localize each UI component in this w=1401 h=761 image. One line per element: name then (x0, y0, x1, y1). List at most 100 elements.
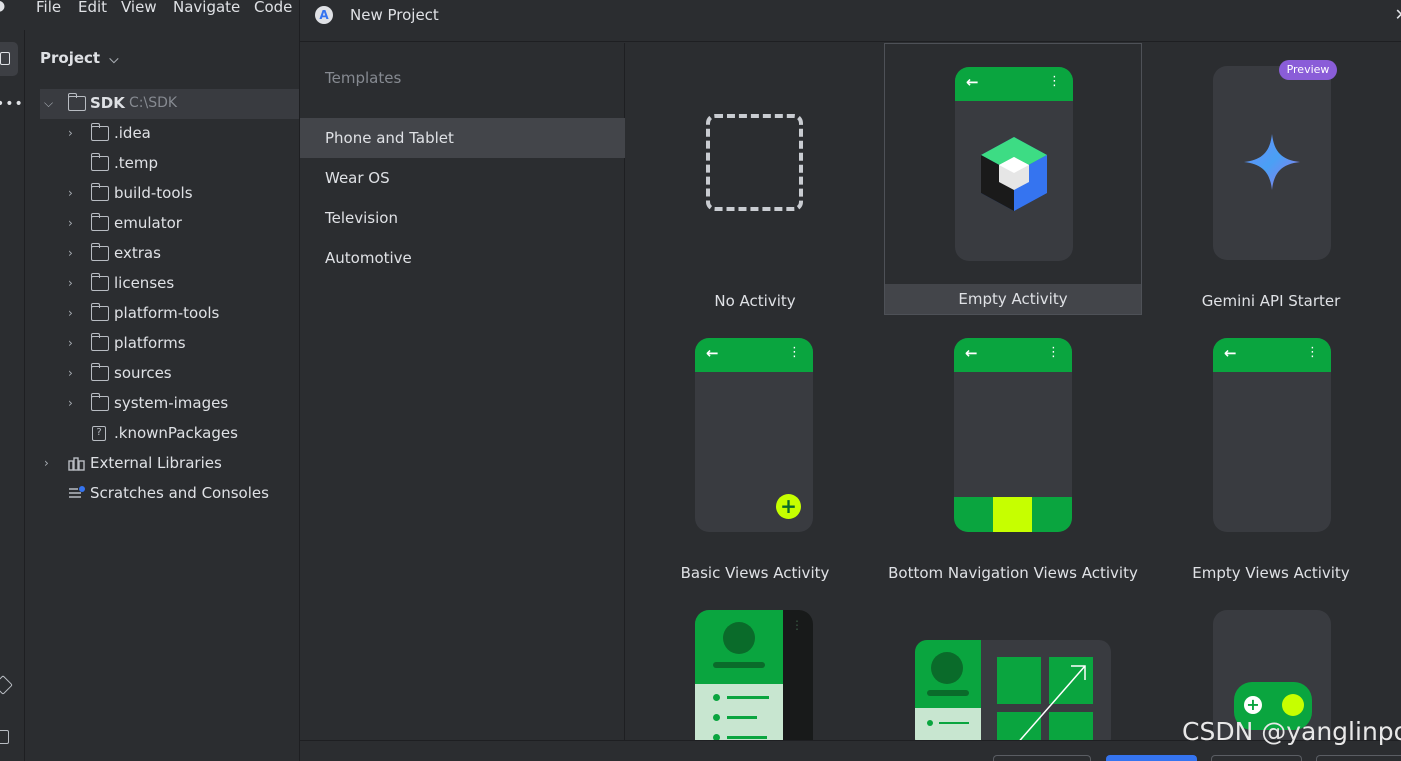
template-responsive-views-preview[interactable] (884, 587, 1142, 740)
template-no-activity[interactable]: No Activity (626, 43, 884, 315)
drawer-header (695, 610, 783, 684)
phone-preview: ← ⋮ (1213, 338, 1331, 532)
category-automotive[interactable]: Automotive (300, 238, 625, 278)
scratches-icon (68, 486, 86, 501)
folder-icon (90, 153, 109, 171)
bottom-nav-bar (954, 497, 1072, 532)
tree-root-sdk[interactable]: ⌵ SDK C:\SDK (40, 89, 300, 119)
dialog-title: New Project (350, 6, 439, 24)
chevron-right-icon[interactable]: › (68, 246, 80, 260)
tablet-preview (915, 640, 1111, 740)
drawer-list (695, 684, 783, 740)
arrow-left-icon: ← (706, 344, 719, 362)
folder-icon (90, 273, 109, 291)
chevron-right-icon[interactable]: › (68, 126, 80, 140)
template-caption: Bottom Navigation Views Activity (888, 564, 1138, 582)
tool-window-strip: ••• (0, 30, 25, 761)
tree-item-sources[interactable]: › sources (40, 359, 300, 389)
cancel-button[interactable] (1211, 755, 1302, 761)
category-phone-and-tablet[interactable]: Phone and Tablet (300, 118, 625, 158)
tree-item-idea[interactable]: › .idea (40, 119, 300, 149)
category-label: Automotive (325, 249, 412, 267)
menu-navigate[interactable]: Navigate (173, 0, 240, 16)
tree-item-platform-tools[interactable]: › platform-tools (40, 299, 300, 329)
project-tool-icon[interactable] (0, 42, 18, 76)
project-panel: Project ⌵ ⌵ SDK C:\SDK › .idea .temp › b… (25, 30, 300, 761)
tree-item-extras[interactable]: › extras (40, 239, 300, 269)
watermark-text: CSDN @yanglinpo (1182, 717, 1401, 746)
tree-item-label: extras (114, 244, 161, 262)
arrow-left-icon: ← (1224, 344, 1237, 362)
project-panel-title[interactable]: Project ⌵ (40, 49, 118, 67)
app-logo-icon[interactable]: ● (0, 0, 5, 14)
templates-heading: Templates (325, 69, 402, 87)
chevron-down-icon[interactable]: ⌵ (44, 96, 56, 110)
menu-view[interactable]: View (121, 0, 157, 16)
folder-icon (90, 213, 109, 231)
tree-item-label: system-images (114, 394, 229, 412)
phone-preview: ← ⋮ (954, 338, 1072, 532)
previous-button[interactable] (993, 755, 1091, 761)
menu-file[interactable]: File (36, 0, 61, 16)
more-tools-icon[interactable]: ••• (0, 96, 24, 112)
more-vert-icon: ⋮ (788, 345, 801, 360)
chevron-right-icon[interactable]: › (68, 336, 80, 350)
category-television[interactable]: Television (300, 198, 625, 238)
finish-button[interactable] (1316, 755, 1401, 761)
category-wear-os[interactable]: Wear OS (300, 158, 625, 198)
folder-icon (90, 183, 109, 201)
tree-item-external-libraries[interactable]: › External Libraries (40, 449, 300, 479)
menu-code[interactable]: Code (254, 0, 292, 16)
gradle-icon[interactable] (0, 675, 13, 695)
template-caption: Empty Activity (885, 284, 1141, 314)
template-basic-views-activity[interactable]: ← ⋮ + Basic Views Activity (626, 315, 884, 587)
tree-item-licenses[interactable]: › licenses (40, 269, 300, 299)
chevron-right-icon[interactable]: › (68, 216, 80, 230)
tree-item-platforms[interactable]: › platforms (40, 329, 300, 359)
chevron-right-icon[interactable]: › (68, 186, 80, 200)
more-vert-icon: ⋮ (1048, 74, 1061, 89)
chevron-right-icon[interactable]: › (44, 456, 56, 470)
dialog-title-bar[interactable]: A New Project ✕ (300, 0, 1401, 42)
tree-item-system-images[interactable]: › system-images (40, 389, 300, 419)
chevron-right-icon[interactable]: › (68, 306, 80, 320)
template-caption: Gemini API Starter (1201, 292, 1341, 310)
avatar (723, 622, 755, 654)
tree-item-scratches[interactable]: Scratches and Consoles (40, 479, 300, 509)
phone-preview: ← ⋮ + (695, 338, 813, 532)
template-gemini-api-starter[interactable]: Preview Gemini API Starter (1142, 43, 1400, 315)
tree-item-label: External Libraries (90, 454, 222, 472)
next-button[interactable] (1106, 755, 1197, 761)
tree-item-temp[interactable]: .temp (40, 149, 300, 179)
close-icon[interactable]: ✕ (1395, 5, 1401, 24)
template-empty-activity[interactable]: ← ⋮ Empty Activity (884, 43, 1142, 315)
menu-edit[interactable]: Edit (78, 0, 107, 16)
library-icon (68, 456, 86, 471)
template-categories: Templates Phone and Tablet Wear OS Telev… (300, 43, 625, 740)
template-empty-views-activity[interactable]: ← ⋮ Empty Views Activity (1142, 315, 1400, 587)
phone-preview: ⋮ (695, 610, 813, 740)
new-project-dialog: A New Project ✕ Templates Phone and Tabl… (299, 0, 1401, 761)
tree-item-known-packages[interactable]: ? .knownPackages (40, 419, 300, 449)
template-navigation-drawer-preview[interactable]: ⋮ (626, 587, 884, 740)
phone-preview: ← ⋮ (955, 67, 1073, 261)
tree-item-label: .temp (114, 154, 159, 172)
chevron-right-icon[interactable]: › (68, 276, 80, 290)
tree-item-emulator[interactable]: › emulator (40, 209, 300, 239)
ide-window: ● File Edit View Navigate Code ••• Proje… (0, 0, 1401, 761)
terminal-icon[interactable] (0, 730, 9, 744)
folder-icon (90, 333, 109, 351)
more-vert-icon: ⋮ (1047, 345, 1060, 360)
tree-item-label: .knownPackages (114, 424, 238, 442)
phone-preview (1213, 66, 1331, 260)
folder-icon (90, 243, 109, 261)
chevron-right-icon[interactable]: › (68, 396, 80, 410)
tree-root-name: SDK (90, 94, 125, 112)
tree-item-label: Scratches and Consoles (90, 484, 269, 502)
app-bar: ← ⋮ (954, 338, 1072, 372)
tree-item-build-tools[interactable]: › build-tools (40, 179, 300, 209)
chevron-down-icon: ⌵ (109, 52, 119, 66)
chevron-right-icon[interactable]: › (68, 366, 80, 380)
template-bottom-navigation-views-activity[interactable]: ← ⋮ Bottom Navigation Views Activity (884, 315, 1142, 587)
tree-item-label: .idea (114, 124, 151, 142)
